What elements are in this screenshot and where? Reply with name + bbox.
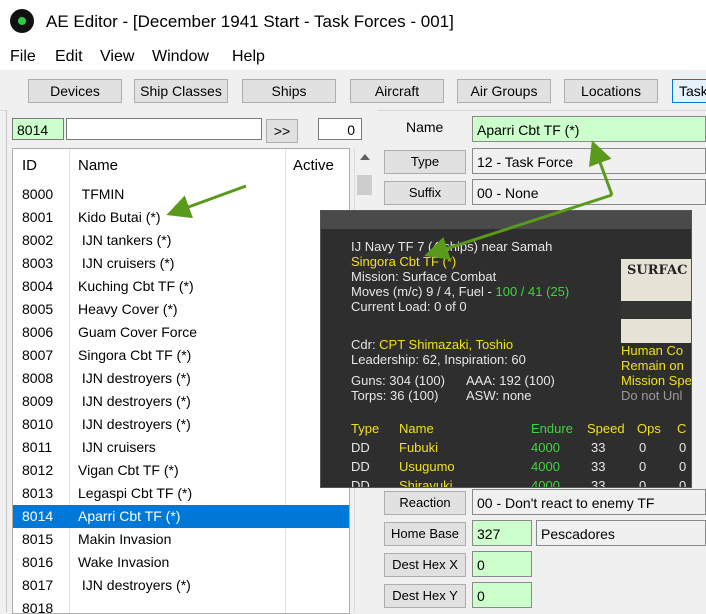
annotation-arrows [166,140,614,260]
arrow-to-kido-butai [166,184,247,219]
arrow-to-name-field [588,140,614,196]
arrow-to-overlay-tf-name [424,193,613,260]
